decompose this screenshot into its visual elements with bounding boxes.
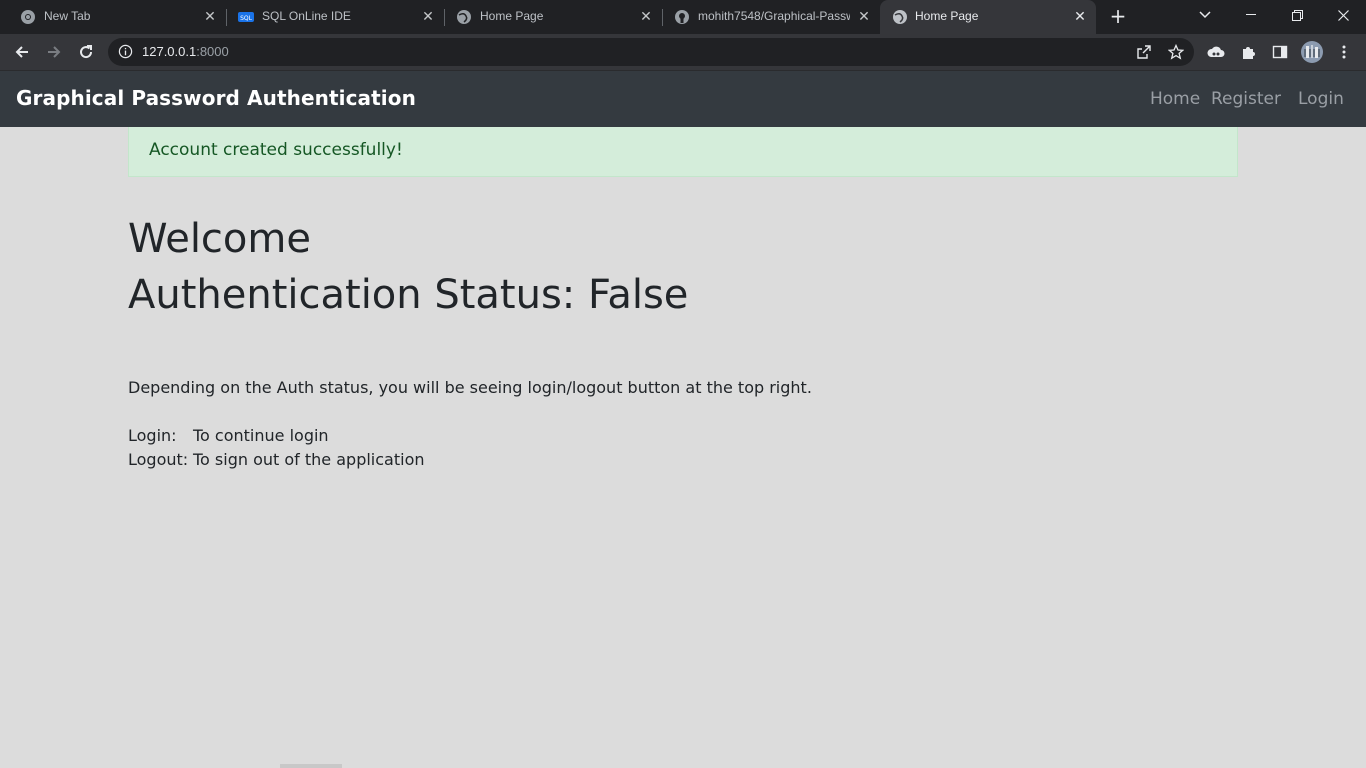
logout-info-label: Logout: bbox=[128, 450, 189, 469]
nav-register-link[interactable]: Register bbox=[1211, 89, 1281, 109]
reload-icon bbox=[80, 45, 93, 59]
globe-icon bbox=[892, 9, 908, 25]
tab-new-tab[interactable]: New Tab ✕ bbox=[0, 0, 226, 34]
sql-icon: SQL bbox=[238, 9, 254, 25]
side-panel-icon bbox=[1272, 45, 1288, 59]
site-navbar: Graphical Password Authentication Home R… bbox=[0, 71, 1366, 127]
minimize-icon bbox=[1246, 14, 1256, 15]
profile-button[interactable] bbox=[1300, 40, 1324, 64]
puzzle-icon bbox=[1243, 47, 1255, 59]
arrow-left-icon bbox=[15, 46, 28, 58]
url-port: :8000 bbox=[196, 44, 229, 59]
tab-strip: New Tab ✕ SQL SQL OnLine IDE ✕ Home Page… bbox=[0, 0, 1366, 34]
bookmark-star-icon[interactable] bbox=[1167, 43, 1185, 61]
horizontal-scrollbar[interactable] bbox=[280, 764, 342, 768]
close-icon[interactable]: ✕ bbox=[1072, 8, 1088, 24]
extension-button[interactable] bbox=[1204, 40, 1228, 64]
welcome-heading: Welcome bbox=[128, 216, 311, 262]
success-alert: Account created successfully! bbox=[128, 127, 1238, 177]
nav-home-link[interactable]: Home bbox=[1150, 89, 1200, 109]
arrow-right-icon bbox=[48, 46, 61, 58]
close-icon[interactable]: ✕ bbox=[856, 8, 872, 24]
tab-sql-online-ide[interactable]: SQL SQL OnLine IDE ✕ bbox=[218, 0, 444, 34]
restore-icon bbox=[1291, 9, 1303, 21]
logout-info-line: Logout: To sign out of the application bbox=[128, 450, 425, 469]
tab-search-button[interactable] bbox=[1182, 0, 1228, 30]
nav-login-link[interactable]: Login bbox=[1298, 89, 1344, 109]
new-tab-button[interactable]: + bbox=[1106, 5, 1130, 29]
tab-title: Home Page bbox=[480, 9, 544, 23]
forward-button[interactable] bbox=[42, 40, 66, 64]
extension-cloud-icon bbox=[1207, 46, 1225, 57]
description-text: Depending on the Auth status, you will b… bbox=[128, 378, 812, 397]
minimize-button[interactable] bbox=[1228, 0, 1274, 30]
globe-icon bbox=[456, 9, 472, 25]
browser-toolbar: 127.0.0.1:8000 bbox=[0, 34, 1366, 71]
tab-title: Home Page bbox=[915, 9, 979, 23]
tab-github-repo[interactable]: mohith7548/Graphical-Passw ✕ bbox=[654, 0, 880, 34]
restore-button[interactable] bbox=[1274, 0, 1320, 30]
tab-home-page[interactable]: Home Page ✕ bbox=[436, 0, 662, 34]
close-icon[interactable]: ✕ bbox=[638, 8, 654, 24]
close-icon bbox=[1337, 9, 1349, 21]
url-host: 127.0.0.1 bbox=[142, 44, 197, 59]
login-info-line: Login: To continue login bbox=[128, 426, 329, 445]
back-button[interactable] bbox=[10, 40, 34, 64]
chrome-icon bbox=[20, 9, 36, 25]
auth-status-heading: Authentication Status: False bbox=[128, 272, 689, 318]
logout-info-text: To sign out of the application bbox=[193, 450, 425, 469]
avatar bbox=[1301, 41, 1323, 63]
extensions-button[interactable] bbox=[1236, 40, 1260, 64]
menu-button[interactable] bbox=[1332, 40, 1356, 64]
reload-button[interactable] bbox=[74, 40, 98, 64]
tab-title: mohith7548/Graphical-Passw bbox=[698, 9, 850, 23]
address-bar[interactable]: 127.0.0.1:8000 bbox=[108, 38, 1194, 66]
login-info-text: To continue login bbox=[193, 426, 329, 445]
github-icon bbox=[674, 9, 690, 25]
info-icon[interactable] bbox=[118, 44, 133, 63]
share-icon[interactable] bbox=[1135, 43, 1153, 61]
tab-title: SQL OnLine IDE bbox=[262, 9, 351, 23]
close-window-button[interactable] bbox=[1320, 0, 1366, 30]
chevron-down-icon bbox=[1199, 11, 1211, 19]
tab-home-page-active[interactable]: Home Page ✕ bbox=[880, 0, 1096, 34]
more-vert-icon bbox=[1342, 45, 1346, 59]
close-icon[interactable]: ✕ bbox=[420, 8, 436, 24]
login-info-label: Login: bbox=[128, 426, 177, 445]
tab-title: New Tab bbox=[44, 9, 91, 23]
side-panel-button[interactable] bbox=[1268, 40, 1292, 64]
brand-link[interactable]: Graphical Password Authentication bbox=[16, 86, 416, 110]
svg-text:SQL: SQL bbox=[240, 15, 253, 22]
url-text: 127.0.0.1:8000 bbox=[142, 44, 229, 59]
close-icon[interactable]: ✕ bbox=[202, 8, 218, 24]
